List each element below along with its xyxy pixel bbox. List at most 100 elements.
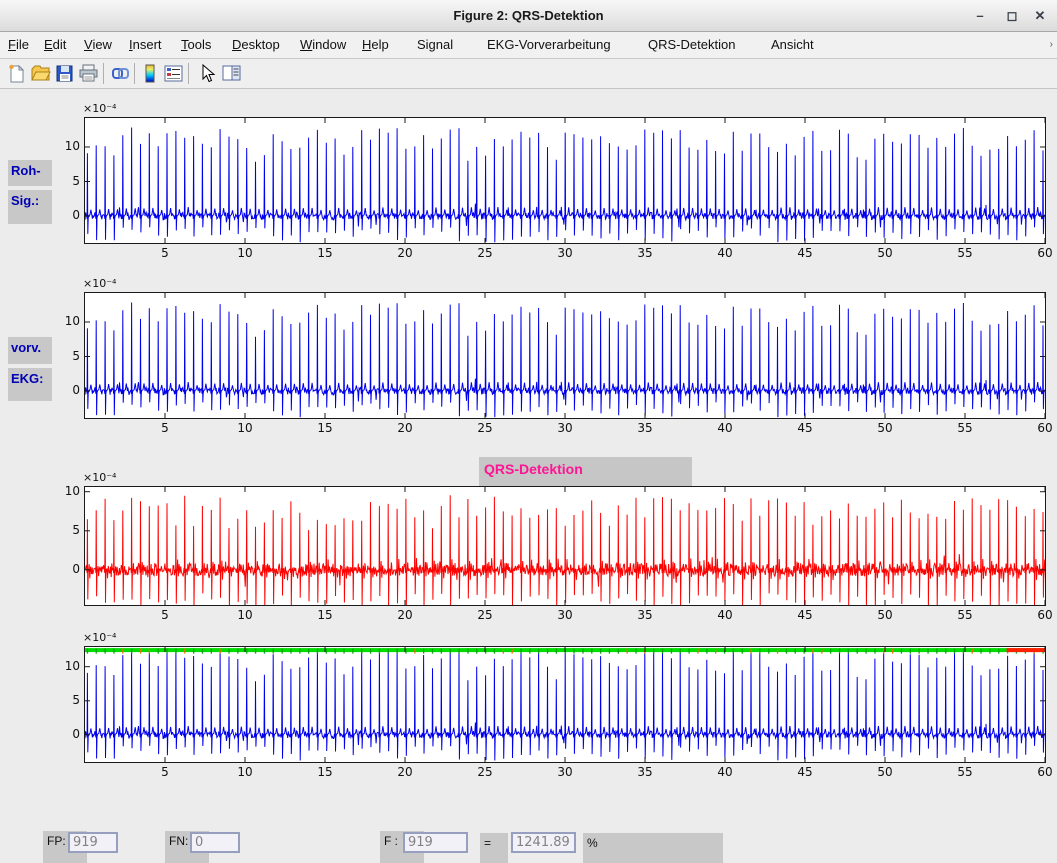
y-tick-label: 10 [55, 314, 80, 328]
x-tick-label: 55 [952, 608, 978, 622]
toolbar-separator [103, 63, 104, 84]
menu-item-window[interactable]: Window [300, 32, 346, 58]
menu-item-desktop[interactable]: Desktop [232, 32, 280, 58]
x-tick-label: 10 [232, 608, 258, 622]
x-tick-label: 35 [632, 608, 658, 622]
sig-label: Sig.: [8, 190, 52, 224]
x-tick-label: 25 [472, 246, 498, 260]
plot-detektion: ×10⁻⁴051051015202530354045505560 [84, 646, 1046, 763]
x-tick-label: 35 [632, 421, 658, 435]
x-tick-label: 5 [152, 765, 178, 779]
x-tick-label: 15 [312, 608, 338, 622]
x-tick-label: 5 [152, 246, 178, 260]
insert-legend-icon[interactable] [163, 63, 184, 84]
x-tick-label: 30 [552, 765, 578, 779]
plot-qrs-filtered: ×10⁻⁴051051015202530354045505560 [84, 486, 1046, 606]
qrs-detektion-title: QRS-Detektion [479, 457, 692, 487]
x-tick-label: 45 [792, 608, 818, 622]
menu-item-signal[interactable]: Signal [417, 32, 453, 58]
percent-label: % [583, 833, 723, 863]
x-tick-label: 20 [392, 608, 418, 622]
chart-canvas-detektion [85, 647, 1045, 762]
vorv-label: vorv. [8, 337, 52, 364]
link-plot-icon[interactable] [110, 63, 131, 84]
menu-item-insert[interactable]: Insert [129, 32, 162, 58]
chart-canvas-qrs_filtered [85, 487, 1045, 605]
fn-input[interactable] [190, 832, 240, 853]
menu-item-edit[interactable]: Edit [44, 32, 66, 58]
x-tick-label: 45 [792, 246, 818, 260]
x-tick-label: 40 [712, 421, 738, 435]
x-tick-label: 20 [392, 421, 418, 435]
x-tick-label: 50 [872, 765, 898, 779]
x-tick-label: 50 [872, 421, 898, 435]
minimize-button[interactable]: – [969, 5, 991, 27]
x-tick-label: 15 [312, 421, 338, 435]
print-figure-icon[interactable] [78, 63, 99, 84]
y-tick-label: 0 [55, 208, 80, 222]
x-tick-label: 30 [552, 246, 578, 260]
plot-vorv-ekg: ×10⁻⁴051051015202530354045505560 [84, 292, 1046, 419]
menu-item-view[interactable]: View [84, 32, 112, 58]
x-tick-label: 5 [152, 608, 178, 622]
result-input[interactable] [511, 832, 576, 853]
x-tick-label: 55 [952, 246, 978, 260]
x-tick-label: 60 [1032, 608, 1057, 622]
y-axis-exponent-label: ×10⁻⁴ [83, 631, 116, 644]
f-input[interactable] [403, 832, 468, 853]
x-tick-label: 25 [472, 608, 498, 622]
chart-canvas-vorv_ekg [85, 293, 1045, 418]
window-title: Figure 2: QRS-Detektion [0, 0, 1057, 32]
x-tick-label: 40 [712, 246, 738, 260]
y-tick-label: 0 [55, 562, 80, 576]
edit-plot-icon[interactable] [196, 63, 217, 84]
y-tick-label: 0 [55, 727, 80, 741]
x-tick-label: 55 [952, 421, 978, 435]
toolbar [0, 59, 1057, 89]
x-tick-label: 40 [712, 608, 738, 622]
x-tick-label: 60 [1032, 765, 1057, 779]
menu-item-tools[interactable]: Tools [181, 32, 211, 58]
y-tick-label: 5 [55, 174, 80, 188]
menu-item-ekg-vorverarbeitung[interactable]: EKG-Vorverarbeitung [487, 32, 611, 58]
x-tick-label: 5 [152, 421, 178, 435]
show-plot-browser-icon[interactable] [221, 63, 242, 84]
y-tick-label: 10 [55, 139, 80, 153]
menu-item-file[interactable]: File [8, 32, 29, 58]
x-tick-label: 45 [792, 421, 818, 435]
y-axis-exponent-label: ×10⁻⁴ [83, 471, 116, 484]
save-figure-icon[interactable] [54, 63, 75, 84]
toolbar-separator [134, 63, 135, 84]
y-tick-label: 10 [55, 659, 80, 673]
fp-input[interactable] [68, 832, 118, 853]
x-tick-label: 15 [312, 765, 338, 779]
new-figure-icon[interactable] [6, 63, 27, 84]
x-tick-label: 55 [952, 765, 978, 779]
x-tick-label: 45 [792, 765, 818, 779]
x-tick-label: 35 [632, 765, 658, 779]
open-file-icon[interactable] [30, 63, 51, 84]
x-tick-label: 20 [392, 246, 418, 260]
x-tick-label: 50 [872, 246, 898, 260]
plot-roh-signal: ×10⁻⁴051051015202530354045505560 [84, 117, 1046, 244]
maximize-button[interactable]: ◻ [1001, 5, 1023, 27]
x-tick-label: 20 [392, 765, 418, 779]
menu-overflow-icon[interactable]: › [1050, 32, 1053, 58]
x-tick-label: 25 [472, 421, 498, 435]
close-button[interactable]: ✕ [1029, 5, 1051, 27]
y-axis-exponent-label: ×10⁻⁴ [83, 277, 116, 290]
menu-item-help[interactable]: Help [362, 32, 389, 58]
y-tick-label: 5 [55, 693, 80, 707]
x-tick-label: 25 [472, 765, 498, 779]
equals-label: = [480, 833, 508, 863]
y-axis-exponent-label: ×10⁻⁴ [83, 102, 116, 115]
menu-item-ansicht[interactable]: Ansicht [771, 32, 814, 58]
insert-colorbar-icon[interactable] [140, 63, 161, 84]
alarm-segment [1007, 648, 1045, 652]
x-tick-label: 10 [232, 246, 258, 260]
x-tick-label: 30 [552, 421, 578, 435]
title-bar: Figure 2: QRS-Detektion – ◻ ✕ [0, 0, 1057, 32]
x-tick-label: 50 [872, 608, 898, 622]
y-tick-label: 5 [55, 523, 80, 537]
menu-item-qrs-detektion[interactable]: QRS-Detektion [648, 32, 735, 58]
